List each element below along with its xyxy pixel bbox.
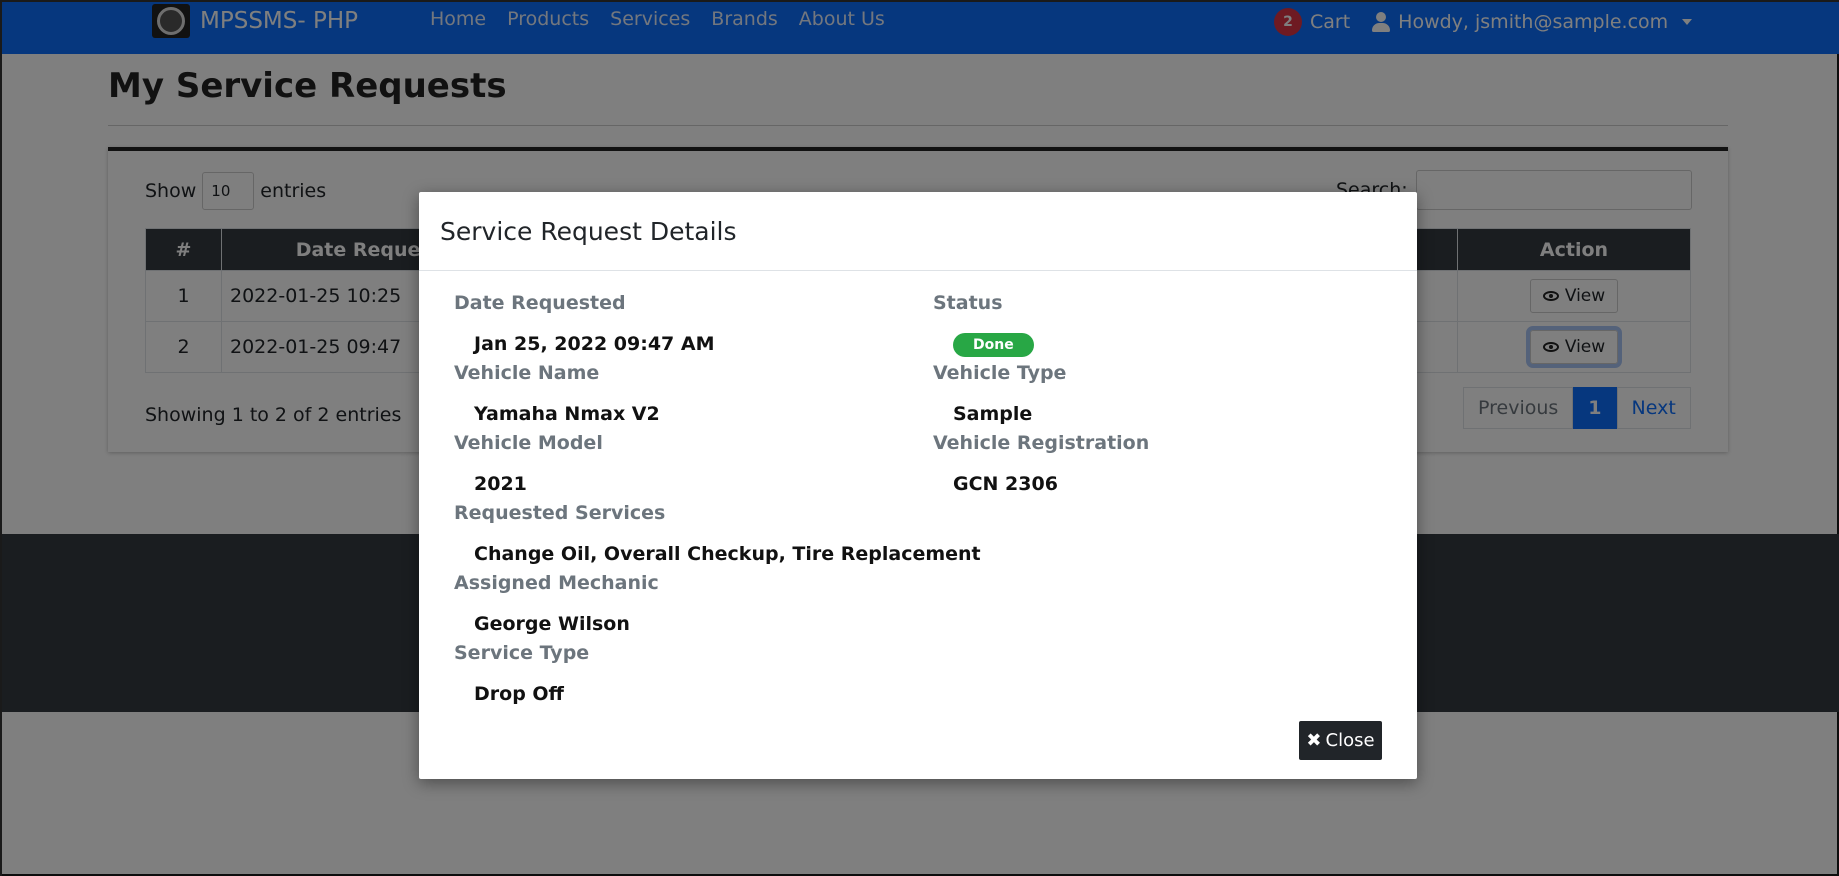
status-badge: Done xyxy=(953,333,1034,357)
vehicle-name-label: Vehicle Name xyxy=(454,362,600,384)
date-requested-value: Jan 25, 2022 09:47 AM xyxy=(474,333,715,355)
modal-title: Service Request Details xyxy=(440,216,737,246)
status-label: Status xyxy=(933,292,1003,314)
vehicle-model-label: Vehicle Model xyxy=(454,432,603,454)
vehicle-model-value: 2021 xyxy=(474,473,527,495)
vehicle-type-value: Sample xyxy=(953,403,1033,425)
vehicle-registration-value: GCN 2306 xyxy=(953,473,1058,495)
close-button[interactable]: ✖ Close xyxy=(1299,721,1382,760)
assigned-mechanic-label: Assigned Mechanic xyxy=(454,572,659,594)
vehicle-registration-label: Vehicle Registration xyxy=(933,432,1150,454)
date-requested-label: Date Requested xyxy=(454,292,626,314)
close-icon: ✖ xyxy=(1306,730,1322,751)
service-request-details-modal: Service Request Details Date Requested J… xyxy=(419,192,1417,779)
close-button-label: Close xyxy=(1325,730,1375,751)
service-type-label: Service Type xyxy=(454,642,590,664)
vehicle-name-value: Yamaha Nmax V2 xyxy=(474,403,660,425)
requested-services-value: Change Oil, Overall Checkup, Tire Replac… xyxy=(474,543,981,565)
assigned-mechanic-value: George Wilson xyxy=(474,613,630,635)
service-type-value: Drop Off xyxy=(474,683,564,705)
vehicle-type-label: Vehicle Type xyxy=(933,362,1067,384)
requested-services-label: Requested Services xyxy=(454,502,666,524)
modal-header: Service Request Details xyxy=(419,192,1417,271)
